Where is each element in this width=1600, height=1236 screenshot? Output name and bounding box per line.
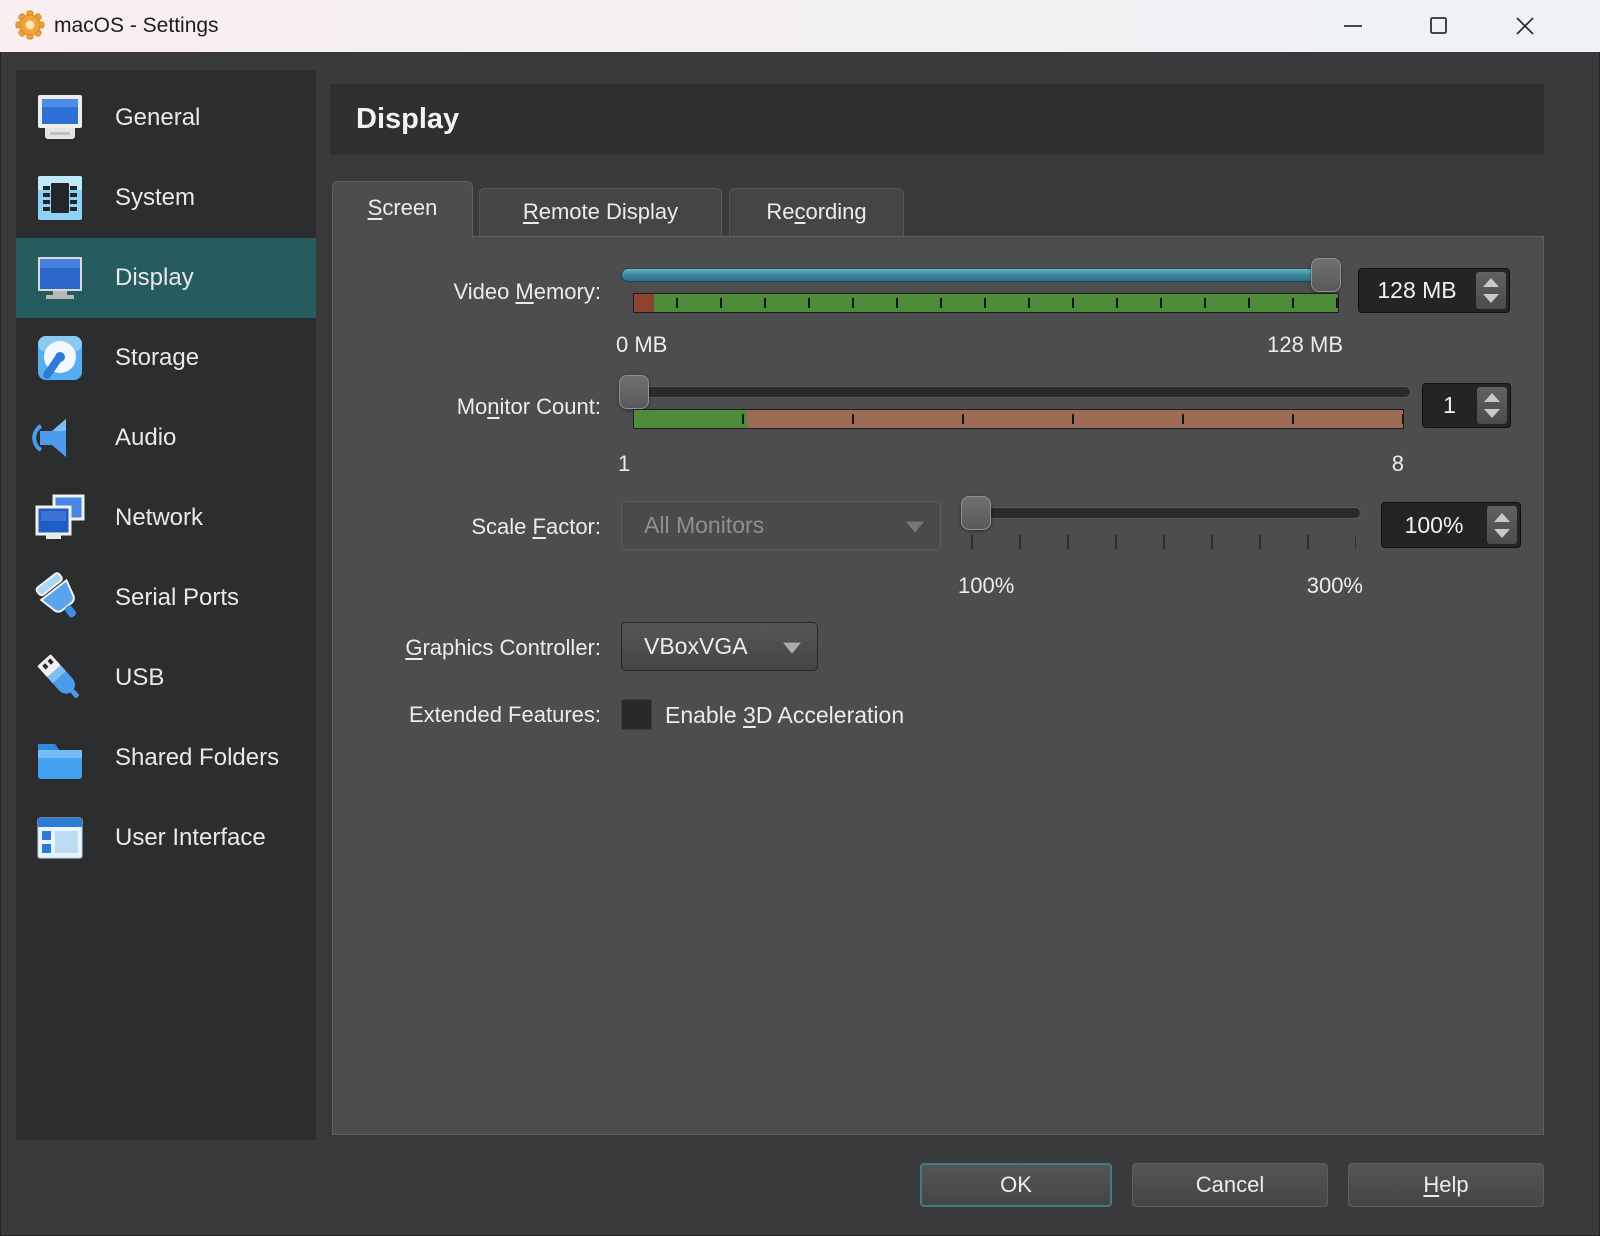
video-memory-slider-handle[interactable] <box>1311 258 1341 292</box>
monitor-count-label: Monitor Count: <box>353 392 601 422</box>
spin-up-icon[interactable] <box>1494 513 1510 522</box>
video-memory-scale <box>633 293 1339 313</box>
video-memory-scale-ticks <box>634 298 1338 308</box>
sidebar-item-audio[interactable]: Audio <box>16 398 316 478</box>
scale-factor-dropdown-value: All Monitors <box>644 512 764 539</box>
settings-dialog: macOS - Settings <box>0 0 1600 1236</box>
serial-ports-icon <box>30 568 90 628</box>
sidebar-item-label: Storage <box>115 344 199 372</box>
video-memory-spinbox[interactable]: 128 MB <box>1358 268 1510 313</box>
sidebar-item-label: USB <box>115 664 164 692</box>
video-memory-slider[interactable] <box>621 268 1341 282</box>
monitor-count-spinbox[interactable]: 1 <box>1422 383 1511 428</box>
spin-down-icon[interactable] <box>1484 409 1500 418</box>
monitor-count-spin-buttons <box>1477 387 1507 424</box>
page-header: Display <box>330 84 1544 155</box>
scale-factor-value[interactable]: 100% <box>1386 503 1482 547</box>
scale-factor-ticks <box>971 535 1356 549</box>
scale-factor-slider[interactable] <box>961 507 1361 519</box>
scale-factor-spinbox[interactable]: 100% <box>1381 502 1521 548</box>
scale-factor-max-label: 300% <box>1238 573 1363 599</box>
scale-factor-dropdown[interactable]: All Monitors <box>621 501 941 550</box>
screen-tab-panel: Video Memory: 0 MB 128 MB 128 MB Monitor… <box>332 236 1544 1135</box>
chevron-down-icon <box>906 521 924 532</box>
tab-recording[interactable]: Recording <box>729 188 904 236</box>
monitor-count-slider[interactable] <box>621 386 1411 398</box>
monitor-count-min-label: 1 <box>618 451 630 477</box>
sidebar-item-user-interface[interactable]: User Interface <box>16 798 316 878</box>
audio-icon <box>30 408 90 468</box>
system-icon <box>30 168 90 228</box>
graphics-controller-label: Graphics Controller: <box>353 633 601 663</box>
spin-up-icon[interactable] <box>1483 278 1499 287</box>
sidebar-item-serial-ports[interactable]: Serial Ports <box>16 558 316 638</box>
monitor-count-scale <box>633 409 1404 429</box>
window-controls <box>1310 0 1568 52</box>
tab-screen[interactable]: Screen <box>332 181 473 238</box>
settings-sidebar: General System <box>16 70 316 1140</box>
video-memory-spin-buttons <box>1476 272 1506 309</box>
general-icon <box>30 88 90 148</box>
sidebar-item-label: Audio <box>115 424 176 452</box>
video-memory-max-label: 128 MB <box>1183 332 1343 358</box>
chevron-down-icon <box>783 642 801 653</box>
graphics-controller-dropdown-value: VBoxVGA <box>644 633 748 660</box>
storage-icon <box>30 328 90 388</box>
sidebar-item-label: Network <box>115 504 203 532</box>
sidebar-item-label: General <box>115 104 200 132</box>
titlebar: macOS - Settings <box>0 0 1600 52</box>
extended-features-label: Extended Features: <box>353 700 601 730</box>
close-icon <box>1513 14 1537 38</box>
spin-down-icon[interactable] <box>1494 529 1510 538</box>
spin-up-icon[interactable] <box>1484 393 1500 402</box>
tab-remote-display[interactable]: Remote Display <box>479 188 722 236</box>
user-interface-icon <box>30 808 90 868</box>
minimize-button[interactable] <box>1310 0 1396 52</box>
scale-factor-spin-buttons <box>1487 506 1517 544</box>
maximize-button[interactable] <box>1396 0 1482 52</box>
monitor-count-max-label: 8 <box>1244 451 1404 477</box>
graphics-controller-dropdown[interactable]: VBoxVGA <box>621 622 818 671</box>
scale-factor-label: Scale Factor: <box>353 512 601 542</box>
sidebar-item-shared-folders[interactable]: Shared Folders <box>16 718 316 798</box>
sidebar-item-usb[interactable]: USB <box>16 638 316 718</box>
close-button[interactable] <box>1482 0 1568 52</box>
sidebar-item-label: User Interface <box>115 824 266 852</box>
sidebar-item-general[interactable]: General <box>16 78 316 158</box>
video-memory-min-label: 0 MB <box>616 332 667 358</box>
video-memory-label: Video Memory: <box>353 277 601 307</box>
page-title: Display <box>356 84 459 155</box>
shared-folders-icon <box>30 728 90 788</box>
display-icon <box>30 248 90 308</box>
sidebar-item-label: Display <box>115 264 194 292</box>
scale-factor-slider-handle[interactable] <box>961 496 991 530</box>
video-memory-value[interactable]: 128 MB <box>1363 269 1471 312</box>
help-button[interactable]: Help <box>1348 1163 1544 1207</box>
window-title: macOS - Settings <box>54 0 219 52</box>
maximize-icon <box>1427 14 1451 38</box>
usb-icon <box>30 648 90 708</box>
monitor-count-value[interactable]: 1 <box>1427 384 1472 427</box>
sidebar-item-label: System <box>115 184 195 212</box>
sidebar-item-label: Serial Ports <box>115 584 239 612</box>
minimize-icon <box>1341 14 1365 38</box>
network-icon <box>30 488 90 548</box>
enable-3d-acceleration-checkbox[interactable] <box>621 699 652 730</box>
ok-button[interactable]: OK <box>920 1163 1112 1207</box>
enable-3d-acceleration-label[interactable]: Enable 3D Acceleration <box>665 700 904 730</box>
cancel-button[interactable]: Cancel <box>1132 1163 1328 1207</box>
sidebar-item-label: Shared Folders <box>115 744 279 772</box>
monitor-count-scale-ticks <box>634 414 1403 424</box>
sidebar-item-display[interactable]: Display <box>16 238 316 318</box>
sidebar-item-storage[interactable]: Storage <box>16 318 316 398</box>
app-gear-icon <box>14 9 46 41</box>
sidebar-item-network[interactable]: Network <box>16 478 316 558</box>
spin-down-icon[interactable] <box>1483 294 1499 303</box>
sidebar-item-system[interactable]: System <box>16 158 316 238</box>
scale-factor-min-label: 100% <box>958 573 1014 599</box>
monitor-count-slider-handle[interactable] <box>619 375 649 409</box>
